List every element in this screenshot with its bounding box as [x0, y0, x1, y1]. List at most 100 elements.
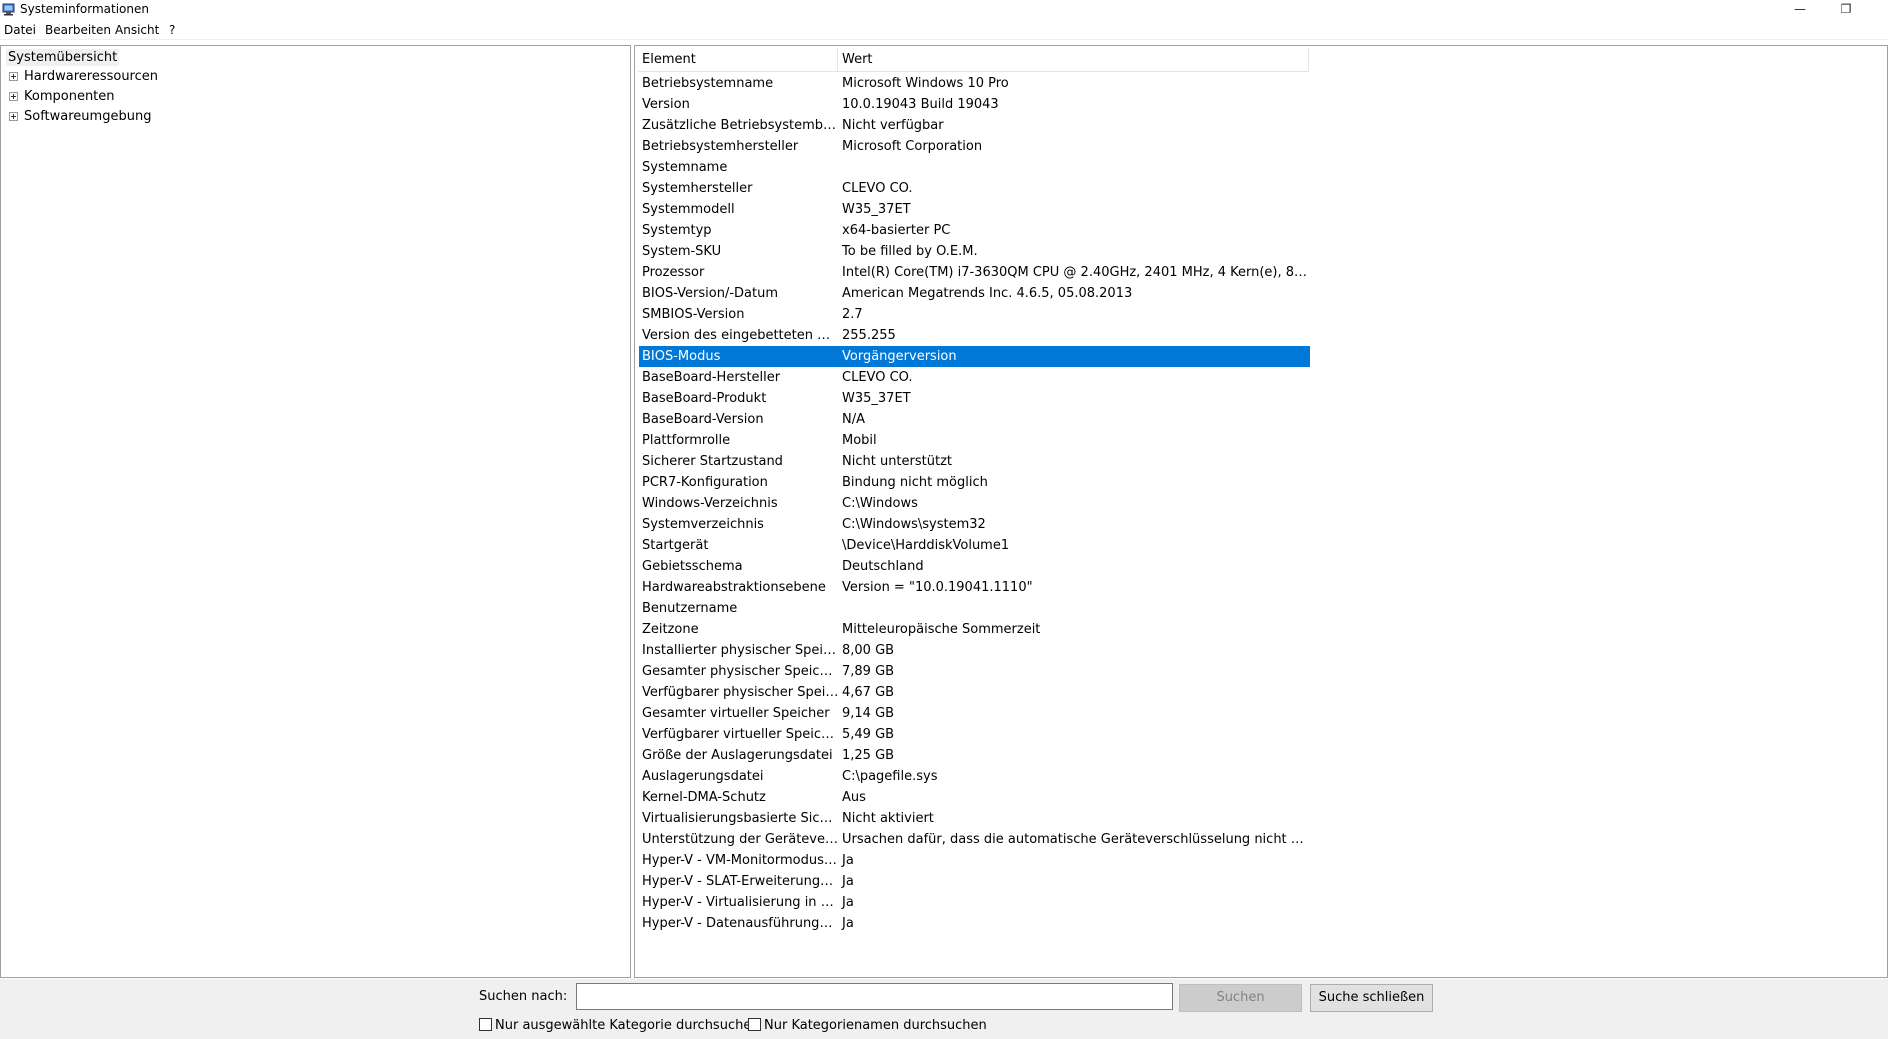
category-names-only-checkbox[interactable] — [748, 1018, 761, 1031]
list-row[interactable]: Systemtyp x64-basierter PC — [639, 220, 1310, 241]
column-header-value[interactable]: Wert — [838, 48, 1309, 72]
list-row[interactable]: Hyper-V - SLAT-Erweiterungen ... Ja — [639, 871, 1310, 892]
row-element-cell: Version des eingebetteten Cont... — [642, 328, 839, 343]
list-row[interactable]: Plattformrolle Mobil — [639, 430, 1310, 451]
list-row[interactable]: Virtualisierungsbasierte Sicherh...Nicht… — [639, 808, 1310, 829]
list-row[interactable]: Version 10.0.19043 Build 19043 — [639, 94, 1310, 115]
row-value-cell: Ursachen dafür, dass die automatische Ge… — [842, 832, 1310, 847]
tree-item-softwareumgebung[interactable]: Softwareumgebung — [9, 107, 151, 127]
row-element-cell: Zusätzliche Betriebsystembesch... — [642, 118, 839, 133]
list-row[interactable]: Kernel-DMA-Schutz Aus — [639, 787, 1310, 808]
row-value-cell: 7,89 GB — [842, 664, 895, 679]
list-row[interactable]: Gesamter physischer Speicher 7,89 GB — [639, 661, 1310, 682]
list-row[interactable]: Hardwareabstraktionsebene Version = "10.0… — [639, 577, 1310, 598]
list-row[interactable]: Hyper-V - Virtualisierung in Fir... Ja — [639, 892, 1310, 913]
category-names-only-label: Nur Kategorienamen durchsuchen — [764, 1018, 987, 1033]
list-row[interactable]: Systemname — [639, 157, 1310, 178]
close-search-button[interactable]: Suche schließen — [1310, 984, 1433, 1012]
category-names-only-option[interactable]: Nur Kategorienamen durchsuchen — [748, 1017, 987, 1035]
menu-datei[interactable]: Datei — [4, 23, 36, 37]
row-element-cell: Betriebsystemhersteller — [642, 139, 799, 154]
list-row[interactable]: Größe der Auslagerungsdatei 1,25 GB — [639, 745, 1310, 766]
details-list[interactable]: Element Wert Betriebsystemname Microsoft … — [634, 45, 1888, 978]
row-element-cell: Gebietsschema — [642, 559, 743, 574]
list-row[interactable]: Gebietsschema Deutschland — [639, 556, 1310, 577]
row-value-cell: N/A — [842, 412, 865, 427]
list-row[interactable]: System-SKU To be filled by O.E.M. — [639, 241, 1310, 262]
row-value-cell: 5,49 GB — [842, 727, 895, 742]
list-row[interactable]: Unterstützung der Geräteversc... Ursachen… — [639, 829, 1310, 850]
list-row[interactable]: Systemhersteller CLEVO CO. — [639, 178, 1310, 199]
row-value-cell: American Megatrends Inc. 4.6.5, 05.08.20… — [842, 286, 1133, 301]
row-element-cell: Gesamter virtueller Speicher — [642, 706, 830, 721]
list-row[interactable]: BaseBoard-Produkt W35_37ET — [639, 388, 1310, 409]
tree-item-hardwareressourcen[interactable]: Hardwareressourcen — [9, 67, 158, 87]
row-value-cell: Mobil — [842, 433, 877, 448]
row-element-cell: Systemverzeichnis — [642, 517, 764, 532]
tree-item-systemuebersicht[interactable]: Systemübersicht — [6, 49, 120, 66]
list-row[interactable]: Windows-Verzeichnis C:\Windows — [639, 493, 1310, 514]
row-element-cell: Hyper-V - Virtualisierung in Fir... — [642, 895, 839, 910]
list-row[interactable]: BIOS-Version/-Datum American Megatrends I… — [639, 283, 1310, 304]
expand-plus-icon[interactable] — [9, 92, 18, 101]
list-rows: Betriebsystemname Microsoft Windows 10 Pr… — [639, 73, 1310, 934]
selected-category-only-checkbox[interactable] — [479, 1018, 492, 1031]
menu-help[interactable]: ? — [169, 23, 175, 37]
list-row[interactable]: SMBIOS-Version 2.7 — [639, 304, 1310, 325]
list-row[interactable]: Gesamter virtueller Speicher 9,14 GB — [639, 703, 1310, 724]
row-element-cell: BaseBoard-Version — [642, 412, 764, 427]
restore-button[interactable]: ❐ — [1826, 0, 1866, 20]
expand-plus-icon[interactable] — [9, 112, 18, 121]
list-row[interactable]: Prozessor Intel(R) Core(TM) i7-3630QM CPU… — [639, 262, 1310, 283]
minimize-button[interactable]: — — [1780, 0, 1820, 20]
menu-bearbeiten[interactable]: Bearbeiten — [45, 23, 111, 37]
row-value-cell: Version = "10.0.19041.1110" — [842, 580, 1033, 595]
row-value-cell: Nicht verfügbar — [842, 118, 944, 133]
row-value-cell: 1,25 GB — [842, 748, 895, 763]
expand-plus-icon[interactable] — [9, 72, 18, 81]
tree-item-label: Hardwareressourcen — [24, 69, 159, 84]
row-element-cell: Prozessor — [642, 265, 705, 280]
list-row[interactable]: Betriebsystemname Microsoft Windows 10 Pr… — [639, 73, 1310, 94]
column-header-element[interactable]: Element — [638, 48, 838, 72]
list-row[interactable]: Hyper-V - Datenausführungsve... Ja — [639, 913, 1310, 934]
menu-bar: Datei Bearbeiten Ansicht ? — [0, 20, 1888, 40]
list-row[interactable]: Hyper-V - VM-Monitormoduse... Ja — [639, 850, 1310, 871]
row-element-cell: Gesamter physischer Speicher — [642, 664, 839, 679]
selected-category-only-option[interactable]: Nur ausgewählte Kategorie durchsuchen — [479, 1017, 760, 1035]
list-row[interactable]: BaseBoard-Hersteller CLEVO CO. — [639, 367, 1310, 388]
list-row[interactable]: BaseBoard-Version N/A — [639, 409, 1310, 430]
list-row[interactable]: Startgerät \Device\HarddiskVolume1 — [639, 535, 1310, 556]
system-info-app-icon — [2, 3, 15, 16]
window-title: Systeminformationen — [20, 2, 149, 16]
list-row[interactable]: Benutzername — [639, 598, 1310, 619]
list-row[interactable]: Systemmodell W35_37ET — [639, 199, 1310, 220]
row-value-cell: Ja — [842, 853, 854, 868]
list-header: Element Wert — [638, 48, 1309, 72]
tree-item-label: Komponenten — [24, 89, 115, 104]
list-row[interactable]: Verfügbarer physischer Speicher 4,67 GB — [639, 682, 1310, 703]
list-row[interactable]: Installierter physischer Speicher...8,00… — [639, 640, 1310, 661]
list-row[interactable]: PCR7-Konfiguration Bindung nicht möglich — [639, 472, 1310, 493]
list-row[interactable]: Betriebsystemhersteller Microsoft Corpora… — [639, 136, 1310, 157]
list-row[interactable]: Zeitzone Mitteleuropäische Sommerzeit — [639, 619, 1310, 640]
tree-item-komponenten[interactable]: Komponenten — [9, 87, 115, 107]
search-input[interactable] — [576, 983, 1173, 1010]
row-value-cell: 4,67 GB — [842, 685, 895, 700]
list-row[interactable]: Auslagerungsdatei C:\pagefile.sys — [639, 766, 1310, 787]
list-row[interactable]: Verfügbarer virtueller Speicher 5,49 GB — [639, 724, 1310, 745]
row-value-cell: CLEVO CO. — [842, 181, 913, 196]
row-element-cell: Hyper-V - VM-Monitormoduse... — [642, 853, 839, 868]
list-row[interactable]: Version des eingebetteten Cont... 255.255 — [639, 325, 1310, 346]
list-row[interactable]: Zusätzliche Betriebsystembesch...Nicht v… — [639, 115, 1310, 136]
menu-ansicht[interactable]: Ansicht — [115, 23, 159, 37]
list-row[interactable]: Sicherer Startzustand Nicht unterstützt — [639, 451, 1310, 472]
category-tree[interactable]: Systemübersicht Hardwareressourcen Kompo… — [0, 45, 631, 978]
row-value-cell: C:\Windows — [842, 496, 918, 511]
row-element-cell: Größe der Auslagerungsdatei — [642, 748, 833, 763]
list-row[interactable]: BIOS-Modus Vorgängerversion — [639, 346, 1310, 367]
list-row[interactable]: Systemverzeichnis C:\Windows\system32 — [639, 514, 1310, 535]
row-value-cell: 8,00 GB — [842, 643, 895, 658]
row-value-cell: 255.255 — [842, 328, 896, 343]
search-button[interactable]: Suchen — [1179, 984, 1302, 1012]
